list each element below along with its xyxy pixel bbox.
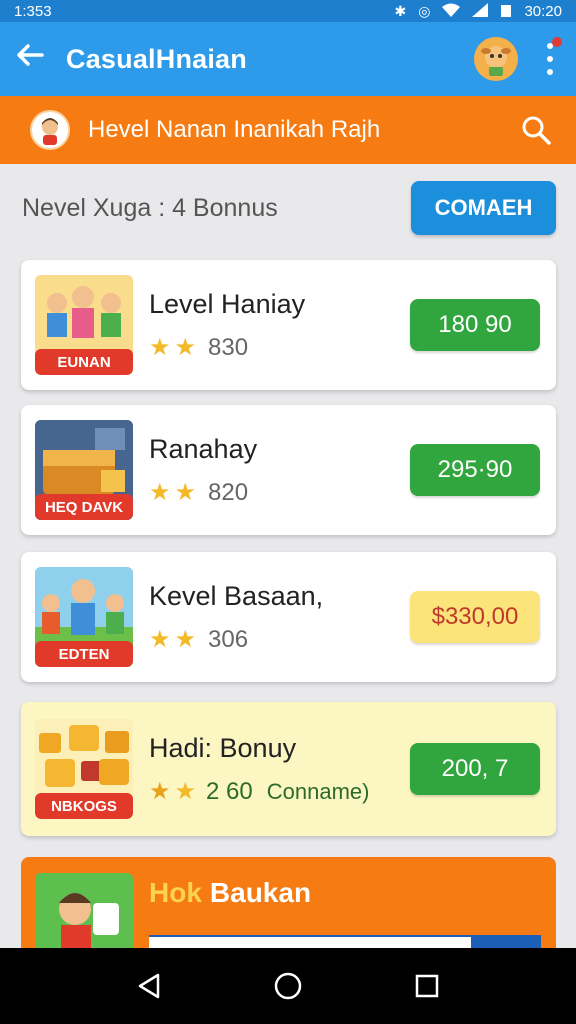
- game-thumbnail: EUNAN: [35, 275, 133, 375]
- character-icon: [42, 118, 58, 145]
- notification-dot: [552, 37, 562, 47]
- system-nav-bar: [0, 948, 576, 1024]
- square-recents-icon: [415, 974, 438, 998]
- star-icon: ★: [149, 478, 171, 506]
- card-title: Ranahay: [149, 433, 258, 464]
- price-button[interactable]: 180 90: [410, 299, 540, 351]
- price-button[interactable]: 295·90: [410, 444, 540, 496]
- section-title: Nevel Xuga : 4 Bonnus: [22, 193, 278, 222]
- bottom-card-header: Hok Baukan: [149, 877, 311, 909]
- nav-recents-button[interactable]: [407, 966, 447, 1006]
- star-icon: ★: [149, 333, 171, 361]
- rating-value: 820: [208, 478, 249, 506]
- card-body: Ranahay ★ ★ 820: [149, 434, 410, 507]
- card-body: Kevel Basaan, ★ ★ 306: [149, 581, 410, 654]
- mascot-avatar[interactable]: [474, 37, 518, 81]
- list-item[interactable]: HEQ DAVK Ranahay ★ ★ 820 295·90: [21, 405, 556, 535]
- thumbnail-label: EUNAN: [35, 349, 133, 375]
- card-title: Baukan: [209, 877, 312, 908]
- app-title: CasualHnaian: [66, 43, 247, 74]
- triangle-back-icon: [139, 973, 160, 999]
- back-arrow-icon: [17, 44, 44, 66]
- nav-back-button[interactable]: [129, 966, 169, 1006]
- list-item[interactable]: EUNAN Level Haniay ★ ★ 830 180 90: [21, 260, 556, 390]
- alarm-icon: ◎: [418, 3, 431, 19]
- list-item[interactable]: EDTEN Kevel Basaan, ★ ★ 306 $330,00: [21, 552, 556, 682]
- thumbnail-label: HEQ DAVK: [35, 494, 133, 520]
- circle-home-icon: [274, 972, 302, 1000]
- card-rating: ★ ★ 306: [149, 626, 410, 654]
- thumbnail-label: NBKOGS: [35, 793, 133, 819]
- card-rating: ★ ★ 820: [149, 479, 410, 507]
- mascot-icon: [481, 46, 511, 76]
- rating-value: 2 60: [206, 777, 253, 805]
- rating-value: 830: [208, 333, 249, 361]
- status-icons: ✱ ◎ 30:20: [395, 3, 563, 20]
- promo-title: Hevel Nanan Inanikah Rajh: [88, 116, 381, 143]
- promo-bar: Hevel Nanan Inanikah Rajh: [0, 96, 576, 164]
- overflow-menu-button[interactable]: [540, 37, 562, 79]
- status-clock: 30:20: [524, 2, 562, 20]
- nav-home-button[interactable]: [268, 966, 308, 1006]
- wifi-icon: [442, 3, 461, 19]
- search-icon: [522, 116, 551, 145]
- list-item[interactable]: NBKOGS Hadi: Bonuy ★ ★ 2 60 Conname) 200…: [21, 702, 556, 836]
- app-bar: CasualHnaian: [0, 22, 576, 96]
- rating-suffix: Conname): [266, 778, 370, 804]
- game-thumbnail: EDTEN: [35, 567, 133, 667]
- rating-value: 306: [208, 625, 249, 653]
- back-button[interactable]: [16, 41, 56, 77]
- star-icon: ★: [149, 777, 171, 805]
- star-icon: ★: [174, 478, 197, 506]
- status-time: 1:353: [14, 2, 52, 20]
- star-icon: ★: [174, 333, 197, 361]
- card-title: Kevel Basaan,: [149, 580, 324, 611]
- thumbnail-label: EDTEN: [35, 641, 133, 667]
- battery-icon: [500, 3, 512, 19]
- card-rating: ★ ★ 830: [149, 334, 410, 362]
- user-avatar[interactable]: [30, 110, 70, 150]
- star-icon: ★: [174, 777, 197, 805]
- search-button[interactable]: [516, 110, 556, 150]
- game-thumbnail: HEQ DAVK: [35, 420, 133, 520]
- section-header: Nevel Xuga : 4 Bonnus COMAEH: [22, 180, 556, 236]
- game-thumbnail: NBKOGS: [35, 719, 133, 819]
- section-action-button[interactable]: COMAEH: [411, 181, 556, 235]
- card-title: Level Haniay: [149, 288, 306, 319]
- price-button[interactable]: 200, 7: [410, 743, 540, 795]
- signal-icon: [472, 3, 489, 19]
- star-icon: ★: [174, 625, 197, 653]
- card-rating: ★ ★ 2 60 Conname): [149, 778, 410, 806]
- card-body: Hadi: Bonuy ★ ★ 2 60 Conname): [149, 733, 410, 806]
- brand-logo: Hok: [149, 877, 202, 908]
- card-body: Level Haniay ★ ★ 830: [149, 289, 410, 362]
- bluetooth-icon: ✱: [394, 3, 407, 19]
- price-button[interactable]: $330,00: [410, 591, 540, 643]
- status-bar: 1:353 ✱ ◎ 30:20: [0, 0, 576, 22]
- star-icon: ★: [149, 625, 171, 653]
- card-title: Hadi: Bonuy: [149, 732, 297, 763]
